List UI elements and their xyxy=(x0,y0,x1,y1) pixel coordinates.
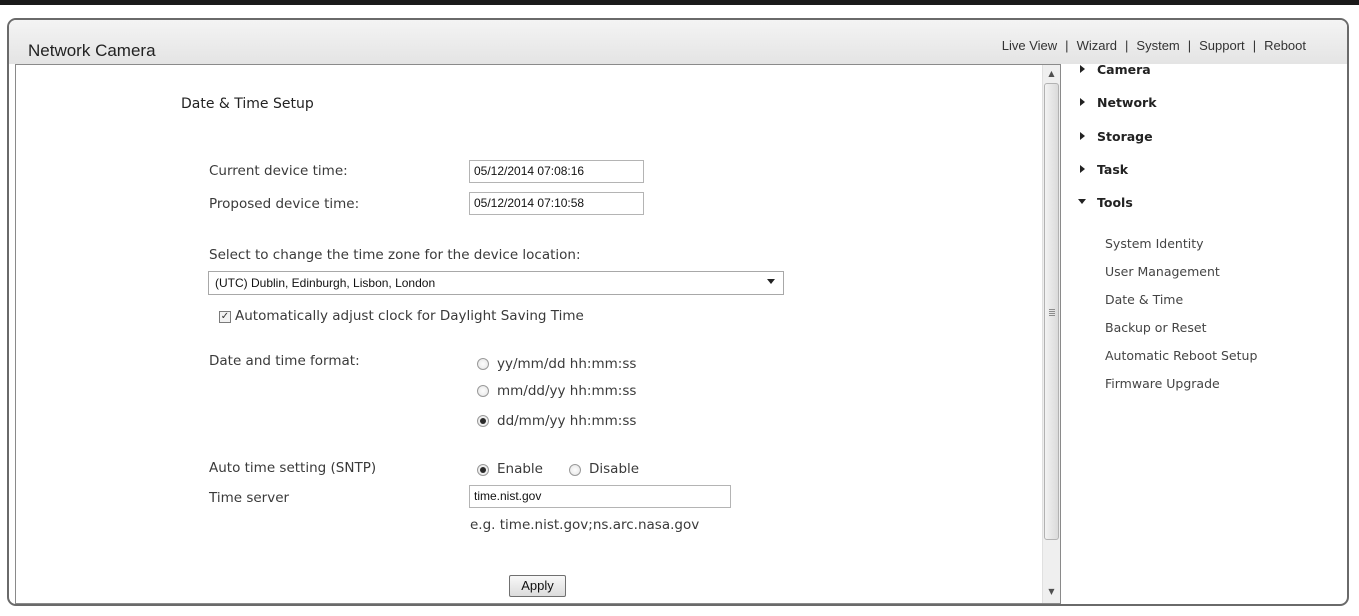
sntp-disable-label: Disable xyxy=(589,461,640,477)
scrollbar-thumb[interactable] xyxy=(1044,83,1059,540)
nav-separator: | xyxy=(1252,38,1257,53)
nav-support[interactable]: Support xyxy=(1199,38,1245,53)
scroll-up-arrow-icon[interactable]: ▲ xyxy=(1043,65,1060,82)
scroll-down-arrow-icon[interactable]: ▼ xyxy=(1043,583,1060,600)
thumb-grip-line xyxy=(1049,311,1055,312)
nav-separator: | xyxy=(1187,38,1192,53)
format-option-label: yy/mm/dd hh:mm:ss xyxy=(497,356,637,372)
nav-live-view[interactable]: Live View xyxy=(1002,38,1057,53)
tools-item-system-identity[interactable]: System Identity xyxy=(1105,236,1204,251)
checkmark-icon: ✓ xyxy=(220,311,230,322)
content-scrollbar[interactable]: ▲ ▼ xyxy=(1042,65,1060,603)
top-border-line xyxy=(0,0,1359,5)
tools-item-backup-reset[interactable]: Backup or Reset xyxy=(1105,320,1206,335)
app-title: Network Camera xyxy=(28,41,156,60)
time-server-field[interactable]: time.nist.gov xyxy=(469,485,731,508)
tools-item-firmware-upgrade[interactable]: Firmware Upgrade xyxy=(1105,376,1220,391)
sntp-label: Auto time setting (SNTP) xyxy=(209,460,377,476)
format-radio-yymmdd[interactable] xyxy=(477,358,489,370)
sidebar-item-task[interactable]: Task xyxy=(1097,162,1128,177)
time-server-label: Time server xyxy=(209,490,290,506)
thumb-grip-line xyxy=(1049,313,1055,314)
chevron-down-icon xyxy=(767,279,775,284)
sidebar-item-network[interactable]: Network xyxy=(1097,95,1157,110)
timezone-label: Select to change the time zone for the d… xyxy=(209,247,581,263)
expand-arrow-icon xyxy=(1080,165,1085,173)
sidebar-item-camera[interactable]: Camera xyxy=(1097,62,1151,77)
page-title: Date & Time Setup xyxy=(181,96,314,112)
expand-arrow-icon xyxy=(1080,132,1085,140)
proposed-time-label: Proposed device time: xyxy=(209,196,360,212)
time-server-hint: e.g. time.nist.gov;ns.arc.nasa.gov xyxy=(470,517,700,533)
proposed-time-field[interactable]: 05/12/2014 07:10:58 xyxy=(469,192,644,215)
nav-separator: | xyxy=(1125,38,1129,53)
timezone-selected-value: (UTC) Dublin, Edinburgh, Lisbon, London xyxy=(215,276,436,290)
current-time-label: Current device time: xyxy=(209,163,348,179)
content-panel: Date & Time Setup Current device time: 0… xyxy=(15,64,1061,604)
nav-system[interactable]: System xyxy=(1136,38,1179,53)
nav-wizard[interactable]: Wizard xyxy=(1077,38,1117,53)
sntp-enable-radio[interactable] xyxy=(477,464,489,476)
expand-arrow-icon xyxy=(1080,65,1085,73)
timezone-select[interactable]: (UTC) Dublin, Edinburgh, Lisbon, London xyxy=(208,271,784,295)
tools-item-date-time[interactable]: Date & Time xyxy=(1105,292,1183,307)
format-label: Date and time format: xyxy=(209,353,360,369)
apply-button[interactable]: Apply xyxy=(509,575,566,597)
nav-separator: | xyxy=(1065,38,1069,53)
format-radio-mmddyy[interactable] xyxy=(477,385,489,397)
format-option-label: dd/mm/yy hh:mm:ss xyxy=(497,413,637,429)
thumb-grip-line xyxy=(1049,309,1055,310)
tools-item-user-management[interactable]: User Management xyxy=(1105,264,1220,279)
thumb-grip-line xyxy=(1049,315,1055,316)
top-nav: Live View | Wizard | System | Support | Reboot xyxy=(1002,38,1306,53)
sntp-disable-radio[interactable] xyxy=(569,464,581,476)
sntp-enable-label: Enable xyxy=(497,461,543,477)
format-option-label: mm/dd/yy hh:mm:ss xyxy=(497,383,637,399)
sidebar-item-storage[interactable]: Storage xyxy=(1097,129,1153,144)
nav-reboot[interactable]: Reboot xyxy=(1264,38,1306,53)
sidebar-item-tools[interactable]: Tools xyxy=(1097,195,1133,210)
header-bar: Network Camera Live View | Wizard | System | S… xyxy=(9,20,1347,64)
format-radio-ddmmyy[interactable] xyxy=(477,415,489,427)
tools-item-auto-reboot[interactable]: Automatic Reboot Setup xyxy=(1105,348,1257,363)
dst-label: Automatically adjust clock for Daylight … xyxy=(235,308,584,324)
collapse-arrow-icon xyxy=(1078,199,1086,204)
expand-arrow-icon xyxy=(1080,98,1085,106)
current-time-field[interactable]: 05/12/2014 07:08:16 xyxy=(469,160,644,183)
dst-checkbox[interactable]: ✓ xyxy=(219,311,231,323)
